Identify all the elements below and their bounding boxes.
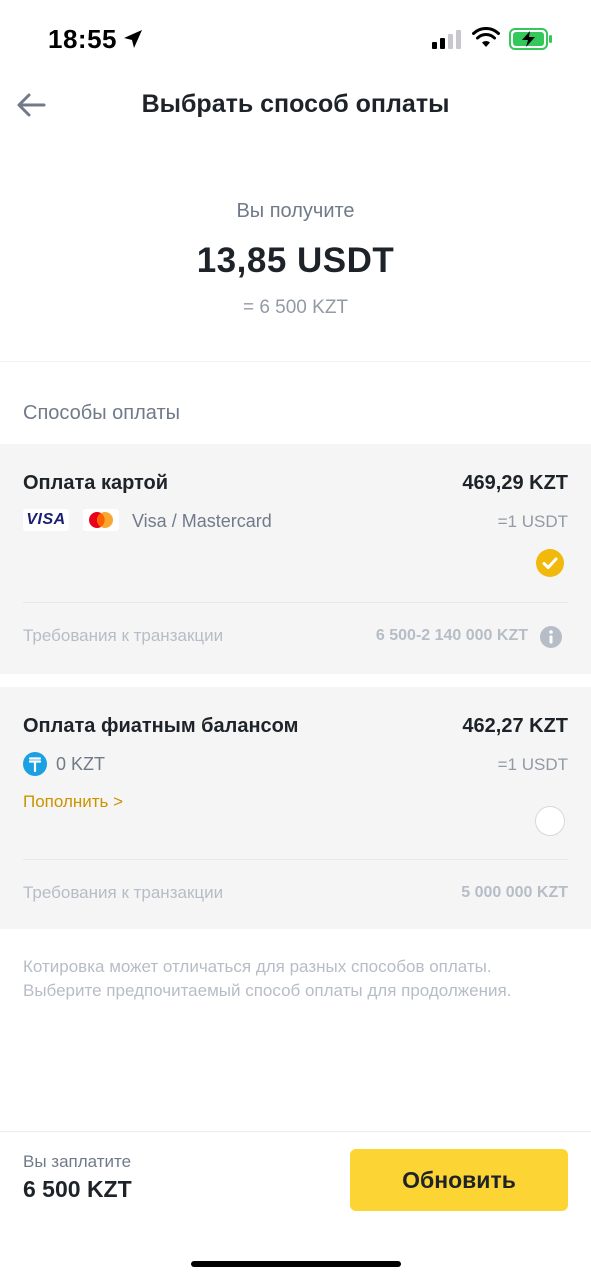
card-separator [23,602,568,603]
payment-option-card[interactable]: Оплата картой 469,29 KZT VISA Visa / Mas… [0,444,591,674]
cellular-signal-icon [432,30,461,49]
payment-option-rate: 469,29 KZT [462,472,568,494]
payment-option-fiat[interactable]: Оплата фиатным балансом 462,27 KZT 0 KZT… [0,687,591,929]
fiat-balance-value: 0 KZT [56,754,106,774]
receive-equivalent: = 6 500 KZT [242,297,349,318]
requirements-label: Требования к транзакции [23,883,224,902]
pay-label: Вы заплатите [23,1152,132,1171]
info-icon[interactable] [540,626,562,648]
visa-logo: VISA [23,509,69,531]
tenge-currency-icon [23,752,47,776]
radio-unselected-icon[interactable] [535,806,565,836]
receive-summary: Вы получите 13,85 USDT = 6 500 KZT [0,200,591,319]
visa-logo-text: VISA [26,511,66,528]
topup-link[interactable]: Пополнить > [23,792,123,812]
payment-option-subrate: =1 USDT [497,512,568,531]
requirements-label: Требования к транзакции [23,626,224,645]
mastercard-logo [83,509,119,531]
battery-charging-icon [509,28,552,50]
status-bar: 18:55 [0,0,591,80]
home-indicator[interactable] [191,1261,401,1267]
payment-option-methods: Visa / Mastercard [132,511,272,531]
section-title: Способы оплаты [23,402,180,424]
receive-amount: 13,85 USDT [196,241,395,280]
receive-label: Вы получите [236,200,355,222]
wifi-icon [472,27,500,47]
requirements-value: 6 500-2 140 000 KZT [375,627,528,644]
header: Выбрать способ оплаты [0,80,591,130]
status-time: 18:55 [48,24,117,54]
bottom-divider [0,1131,591,1132]
payment-option-title: Оплата картой [23,472,169,494]
requirements-value: 5 000 000 KZT [461,884,568,901]
location-arrow-icon [124,30,142,48]
payment-option-title: Оплата фиатным балансом [23,715,299,737]
payment-option-subrate: =1 USDT [497,755,568,774]
divider [0,361,591,362]
payment-option-rate: 462,27 KZT [462,715,568,737]
card-separator [23,859,568,860]
refresh-button[interactable]: Обновить [350,1149,568,1211]
quote-disclaimer: Котировка может отличаться для разных сп… [23,957,512,1000]
pay-amount: 6 500 KZT [23,1176,132,1202]
check-circle-icon[interactable] [536,549,564,577]
page-title: Выбрать способ оплаты [141,90,450,118]
